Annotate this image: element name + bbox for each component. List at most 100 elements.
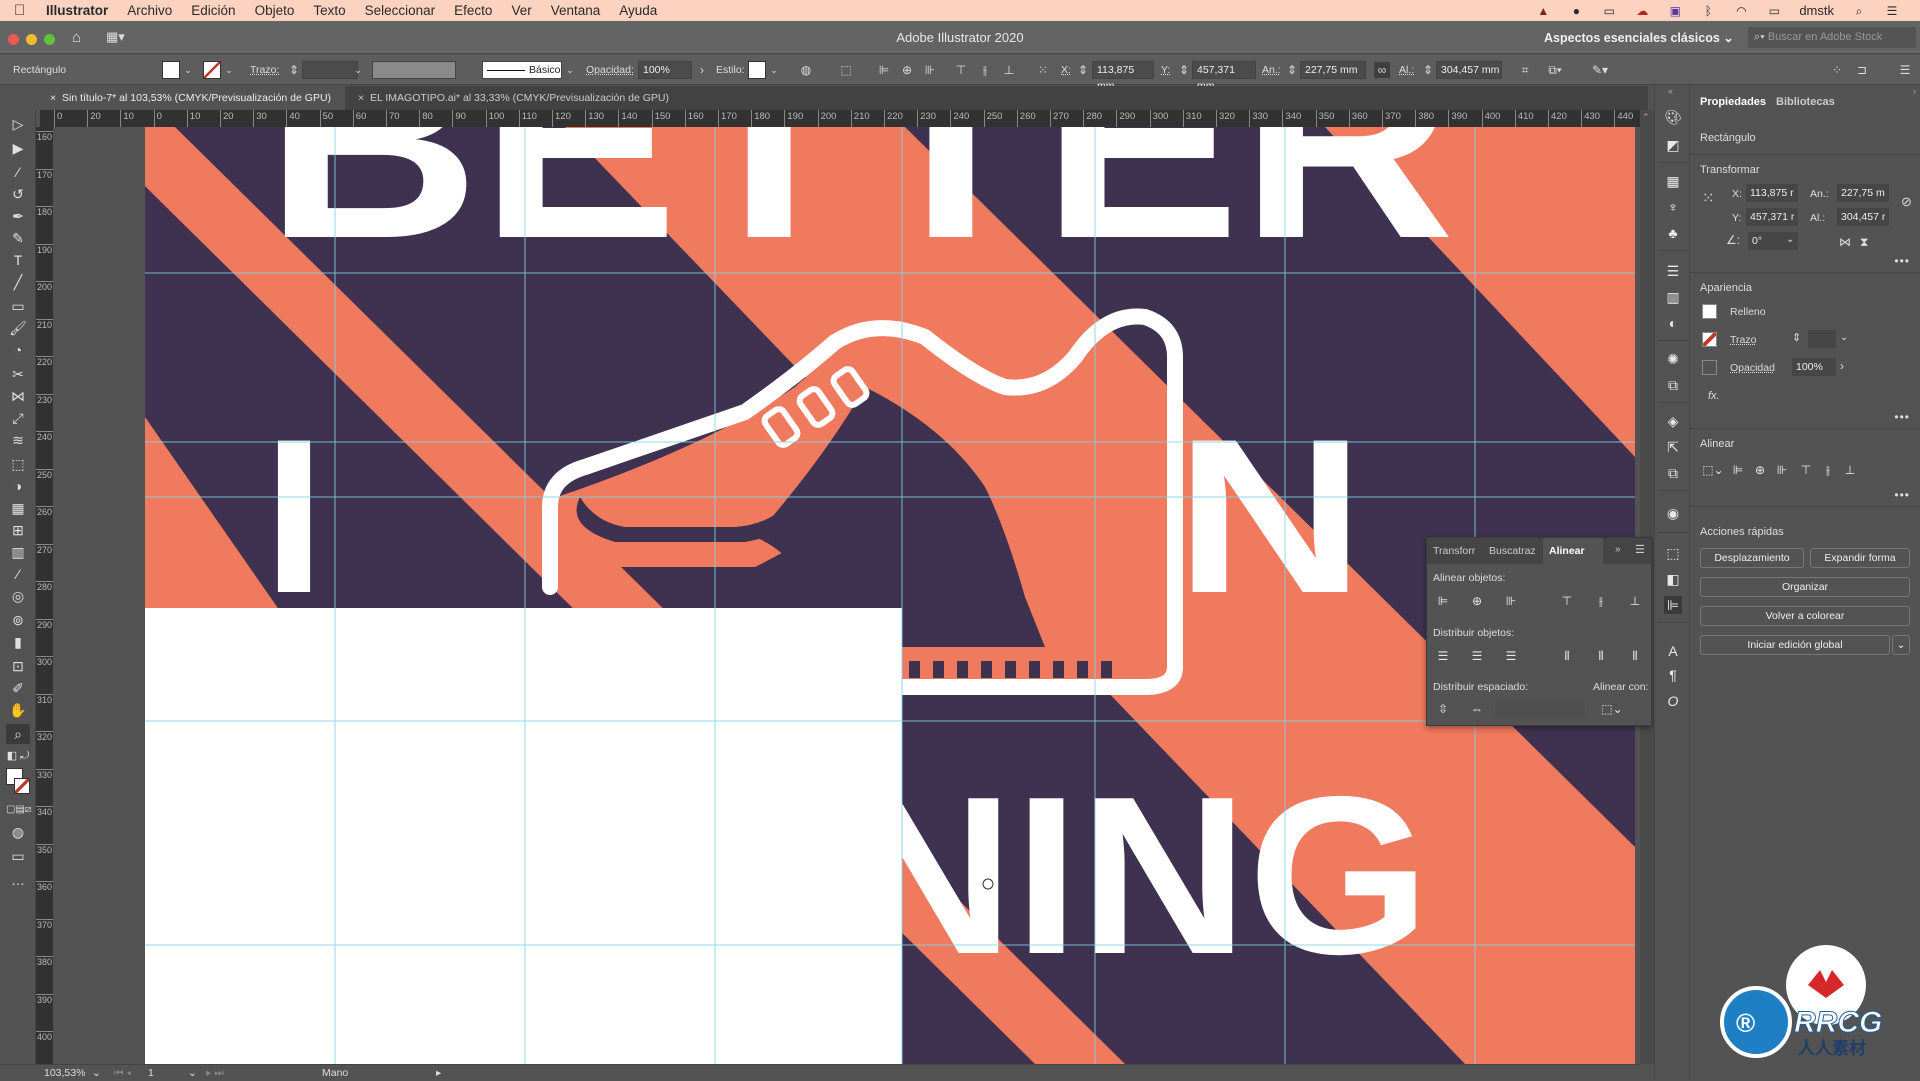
appearance-more-options[interactable]: ••• [1894,410,1910,424]
canvas-area[interactable]: BETTER I N NING [53,127,1640,1064]
symbol-sprayer-tool-icon[interactable]: ⊚ [6,610,30,630]
stroke-panel-icon[interactable]: ☰ [1664,262,1682,280]
align-bottom-icon[interactable]: ⊥ [1627,593,1643,609]
opacity-label[interactable]: Opacidad [1730,362,1775,374]
global-edit-dropdown[interactable]: ⌄ [1892,635,1910,655]
artboard-number[interactable]: 1 [148,1065,154,1081]
color-guide-panel-icon[interactable]: ◩ [1664,136,1682,154]
adobe-stock-search[interactable]: ⌕▾ Buscar en Adobe Stock [1748,27,1916,48]
artboards-panel-icon[interactable]: ⧉ [1664,464,1682,482]
layers-panel-icon[interactable]: ◈ [1664,412,1682,430]
shape-mode-icon[interactable]: ⧉▾ [1547,62,1563,78]
hand-tool-icon[interactable]: ✋ [6,700,30,720]
warp-tool-icon[interactable]: ≋ [6,430,30,450]
align-vcenter-icon[interactable]: ⫲ [1593,593,1609,609]
transform-each-icon[interactable]: ⌗ [1517,62,1533,78]
menu-seleccionar[interactable]: Seleccionar [365,3,436,18]
stroke-swatch[interactable] [203,61,221,79]
transform-more-options[interactable]: ••• [1894,254,1910,268]
reflect-tool-icon[interactable]: ⋈ [6,386,30,406]
cc-libraries-panel-icon[interactable]: ◉ [1664,504,1682,522]
tab-libraries[interactable]: Bibliotecas [1776,96,1835,108]
opacity-label[interactable]: Opacidad: [586,55,634,85]
tab-properties[interactable]: Propiedades [1700,96,1766,108]
zoom-level[interactable]: 103,53% [44,1065,85,1081]
artboard-tool-icon[interactable]: ⊡ [6,656,30,676]
panel-expand-icon[interactable]: › [1913,86,1916,96]
opacity-field[interactable]: 100% [638,61,692,79]
distribute-bottom-icon[interactable]: ☰ [1503,648,1519,664]
curvature-tool-icon[interactable]: ✎ [6,228,30,248]
tab-pathfinder[interactable]: Buscatraz [1483,538,1543,564]
align-more-options[interactable]: ••• [1894,488,1910,502]
height-field[interactable]: 304,457 mm [1436,61,1502,79]
teamviewer-icon[interactable]: ▣ [1667,4,1683,18]
screen-icon[interactable]: ▭ [1601,4,1617,18]
document-tab[interactable]: × EL IMAGOTIPO.ai* al 33,33% (CMYK/Previ… [348,86,718,110]
align-to-dropdown[interactable]: ⬚⌄ [1702,462,1724,478]
workspace-switcher[interactable]: Aspectos esenciales clásicos ⌄ [1544,30,1734,45]
character-panel-icon[interactable]: A [1664,642,1682,660]
magic-wand-tool-icon[interactable]: ⁄ [6,162,30,182]
type-tool-icon[interactable]: T [6,250,30,270]
opacity-arrow-icon[interactable]: › [1840,359,1844,373]
align-vcenter-icon[interactable]: ⫲ [1820,462,1836,478]
gradient-panel-icon[interactable]: ▥ [1664,288,1682,306]
appearance-panel-icon[interactable]: ✺ [1664,350,1682,368]
horizontal-ruler[interactable]: 0 20 10 0 10 20 30 40 50 60 70 80 90 100 110 120 130 140 1… [40,110,1648,127]
align-bottom-icon[interactable]: ⊥ [1001,62,1017,78]
y-field[interactable]: 457,371 r [1746,208,1798,226]
stroke-weight-field[interactable] [302,61,358,79]
x-field[interactable]: 113,875 mm [1092,61,1154,92]
user-name[interactable]: dmstk [1799,3,1834,18]
mesh-tool-icon[interactable]: ⊞ [6,520,30,540]
x-field[interactable]: 113,875 r [1746,184,1798,202]
panel-collapse-icon[interactable]: » [1615,544,1621,555]
shape-builder-tool-icon[interactable]: ◑ [6,476,30,496]
variable-width-profile[interactable] [372,61,456,79]
panel-menu-icon[interactable]: ☰ [1635,543,1645,556]
start-global-edit-button[interactable]: Iniciar edición global [1700,635,1890,655]
document-tab-active[interactable]: × Sin título-7* al 103,53% (CMYK/Previsu… [40,86,345,110]
brush-definition[interactable]: Básico [482,61,562,79]
eyedropper-tool-icon[interactable]: ⁄ [6,564,30,584]
vertical-ruler[interactable]: 160 170 180 190 200 210 220 230 240 250 260 270 280 2… [36,127,53,1064]
apple-menu-icon[interactable]:  [14,2,34,19]
stroke-stepper[interactable]: ⇕ [1792,331,1801,344]
align-to-selection-dropdown[interactable]: ⬚⌄ [1599,701,1625,717]
stroke-stepper[interactable]: ⇕ [286,62,302,78]
align-left-icon[interactable]: ⊫ [876,62,892,78]
scale-tool-icon[interactable]: ⤢ [6,408,30,428]
paintbrush-tool-icon[interactable]: 🖌︎ [6,318,30,338]
artboard-artwork[interactable]: BETTER I N NING [145,127,1635,1064]
current-tool-status[interactable]: Mano [322,1065,348,1081]
width-stepper[interactable]: ⇕ [1284,62,1300,78]
distribute-grid-icon[interactable]: ⁘ [1829,62,1845,78]
align-hcenter-icon[interactable]: ⊕ [1752,462,1768,478]
direct-selection-tool-icon[interactable]: ▶ [6,138,30,158]
stroke-color-box[interactable] [14,778,30,794]
pathfinder-panel-icon[interactable]: ◧ [1664,570,1682,588]
menu-ventana[interactable]: Ventana [551,3,601,18]
stroke-dropdown[interactable]: ⌄ [223,61,235,79]
menu-objeto[interactable]: Objeto [255,3,295,18]
swatches-panel-icon[interactable]: ▦ [1664,172,1682,190]
zoom-tool-icon[interactable]: ⌕ [6,724,30,744]
rectangle-tool-icon[interactable]: ▭ [6,296,30,316]
isolate-edit-icon[interactable]: ✎▾ [1592,62,1608,78]
menu-archivo[interactable]: Archivo [127,3,172,18]
align-top-icon[interactable]: ⊤ [953,62,969,78]
height-field[interactable]: 304,457 r [1837,208,1889,226]
brushes-panel-icon[interactable]: ♆ [1664,198,1682,216]
default-fill-stroke-icon[interactable]: ◧ ⤾ [6,746,30,766]
creative-cloud-icon[interactable]: ☁ [1634,4,1650,18]
tab-align[interactable]: Alinear [1543,538,1603,564]
rotate-dropdown[interactable]: ⌄ [1786,234,1794,245]
selection-tool-icon[interactable]: ▷ [6,114,30,134]
airplay-icon[interactable]: ▭ [1766,4,1782,18]
align-left-icon[interactable]: ⊫ [1730,462,1746,478]
stroke-label[interactable]: Trazo: [250,55,279,85]
bluetooth-icon[interactable]: ᛒ [1700,4,1716,18]
align-vcenter-icon[interactable]: ⫲ [977,62,993,78]
close-tab-icon[interactable]: × [50,92,56,104]
